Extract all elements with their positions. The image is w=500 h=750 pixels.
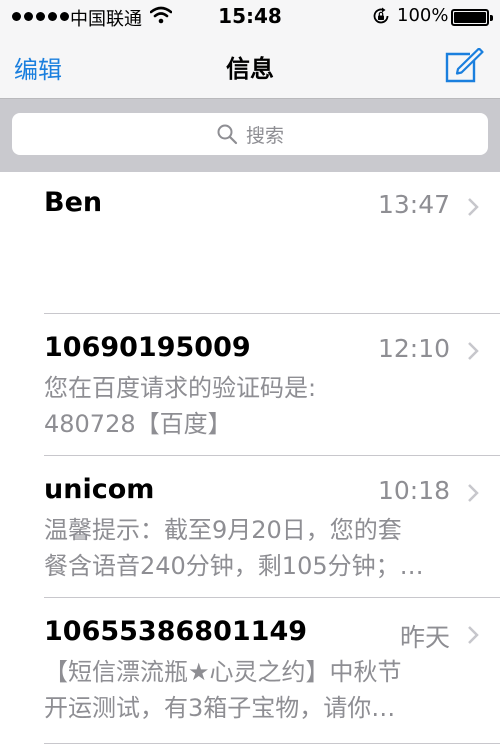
rotation-lock-icon — [373, 7, 389, 24]
navigation-bar: 编辑 信息 — [0, 34, 500, 98]
battery-percentage: 100% — [397, 5, 449, 26]
search-icon — [217, 124, 238, 145]
message-time: 10:18 — [377, 476, 450, 505]
message-sender: 10690195009 — [44, 332, 251, 363]
message-sender: Ben — [44, 187, 103, 218]
search-placeholder: 搜索 — [245, 124, 284, 147]
message-row[interactable]: unicom 10:18 温馨提示：截至9月20日，您的套 餐含语音240分钟，… — [0, 456, 500, 598]
status-bar: 中国联通 15:48 100% — [0, 0, 500, 34]
message-sender: unicom — [44, 474, 155, 505]
compose-icon[interactable] — [444, 48, 484, 84]
battery-icon — [451, 9, 493, 26]
edit-button[interactable]: 编辑 — [14, 50, 62, 85]
chevron-right-icon — [468, 342, 479, 360]
chevron-right-icon — [468, 626, 479, 644]
chevron-right-icon — [468, 198, 479, 216]
page-title: 信息 — [226, 55, 274, 83]
message-row[interactable]: 10655386801149 昨天 【短信漂流瓶★心灵之约】中秋节 开运测试，有… — [0, 598, 500, 744]
search-bar-container: 搜索 — [0, 99, 500, 172]
message-preview: 【短信漂流瓶★心灵之约】中秋节 开运测试，有3箱子宝物，请你… — [44, 658, 402, 722]
search-input[interactable]: 搜索 — [12, 113, 488, 155]
row-divider — [44, 743, 500, 744]
message-sender: 10655386801149 — [44, 616, 308, 647]
message-row[interactable]: Ben 13:47 — [0, 172, 500, 314]
message-time: 12:10 — [377, 334, 450, 363]
chevron-right-icon — [468, 484, 479, 502]
message-time: 13:47 — [377, 190, 450, 219]
message-preview: 温馨提示：截至9月20日，您的套 餐含语音240分钟，剩105分钟；… — [44, 516, 424, 580]
message-time: 昨天 — [399, 623, 450, 652]
message-preview: 您在百度请求的验证码是: 480728【百度】 — [44, 374, 317, 438]
message-row[interactable]: 10690195009 12:10 您在百度请求的验证码是: 480728【百度… — [0, 314, 500, 456]
